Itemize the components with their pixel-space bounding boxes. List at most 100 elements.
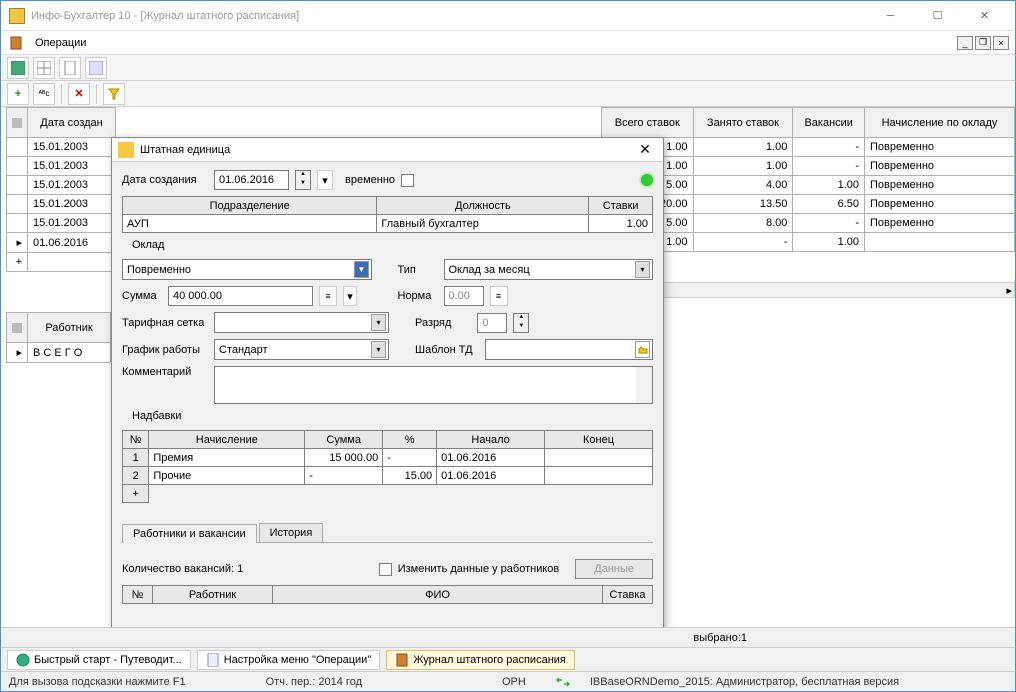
col-num[interactable]: № xyxy=(123,431,149,449)
cell[interactable]: - xyxy=(693,233,793,252)
total-cell[interactable]: В С Е Г О xyxy=(28,343,111,363)
task-quickstart[interactable]: Быстрый старт - Путеводит... xyxy=(7,650,191,670)
schedule-combo[interactable]: Стандарт ▾ xyxy=(214,339,389,360)
tab-history[interactable]: История xyxy=(259,523,324,542)
cell[interactable]: Повременно xyxy=(865,214,1015,233)
date-grid[interactable]: Дата создан 15.01.2003 15.01.2003 15.01.… xyxy=(6,107,116,272)
col-accrual[interactable]: Начисление по окладу xyxy=(865,108,1015,138)
date-cell[interactable]: 01.06.2016 xyxy=(28,233,116,253)
minimize-button[interactable]: ─ xyxy=(868,2,913,30)
allow-cell[interactable]: 15.00 xyxy=(383,467,437,485)
cell[interactable]: - xyxy=(793,214,865,233)
col-fio[interactable]: ФИО xyxy=(273,586,603,604)
tb-sheet-icon[interactable] xyxy=(85,57,107,79)
cell[interactable]: Повременно xyxy=(865,138,1015,157)
col-num[interactable]: № xyxy=(123,586,153,604)
temp-checkbox[interactable] xyxy=(401,174,414,187)
norm-btn[interactable]: ≡ xyxy=(490,286,508,306)
rate-cell[interactable]: 1.00 xyxy=(589,215,653,233)
col-accrual[interactable]: Начисление xyxy=(149,431,305,449)
tb-filter-icon[interactable] xyxy=(103,83,125,105)
sum-btn1[interactable]: ≡ xyxy=(319,286,337,306)
cell[interactable] xyxy=(865,233,1015,252)
salary-type-combo[interactable]: Повременно ▼ xyxy=(122,259,372,280)
scrollbar-v[interactable] xyxy=(636,367,652,403)
cell[interactable]: Повременно xyxy=(865,157,1015,176)
close-button[interactable]: ✕ xyxy=(962,2,1007,30)
tb-delete-icon[interactable]: ✕ xyxy=(68,83,90,105)
task-journal[interactable]: Журнал штатного расписания xyxy=(386,650,575,670)
tariff-combo[interactable]: ▾ xyxy=(214,312,389,333)
rank-spinner[interactable]: ▲▼ xyxy=(513,313,529,333)
mdi-close[interactable]: × xyxy=(993,36,1009,50)
allow-cell[interactable]: Прочие xyxy=(149,467,305,485)
cell[interactable]: 13.50 xyxy=(693,195,793,214)
row-num[interactable]: 2 xyxy=(123,467,149,485)
tb-grid-icon[interactable] xyxy=(7,57,29,79)
allow-cell[interactable]: 01.06.2016 xyxy=(437,449,545,467)
col-total[interactable]: Всего ставок xyxy=(602,108,694,138)
add-allowance-button[interactable]: + xyxy=(123,485,149,503)
tb-doc-icon[interactable] xyxy=(59,57,81,79)
allow-cell[interactable] xyxy=(545,467,653,485)
cell[interactable]: 6.50 xyxy=(793,195,865,214)
tb-add-icon[interactable]: + xyxy=(7,83,29,105)
col-worker[interactable]: Работник xyxy=(28,313,111,343)
date-cell[interactable]: 15.01.2003 xyxy=(28,138,116,157)
date-spinner[interactable]: ▲▼ xyxy=(295,170,311,190)
template-combo[interactable] xyxy=(485,339,653,360)
mdi-restore[interactable]: ❐ xyxy=(975,36,991,50)
comment-textarea[interactable] xyxy=(214,366,653,404)
col-worker[interactable]: Работник xyxy=(153,586,273,604)
tab-workers[interactable]: Работники и вакансии xyxy=(122,524,257,543)
cell[interactable]: Повременно xyxy=(865,195,1015,214)
worker-grid[interactable]: Работник ▸В С Е Г О xyxy=(6,312,111,363)
menu-operations[interactable]: Операции xyxy=(29,35,92,51)
cell[interactable]: 1.00 xyxy=(793,176,865,195)
allowances-table[interactable]: № Начисление Сумма % Начало Конец 1 Прем… xyxy=(122,430,653,503)
mdi-minimize[interactable]: _ xyxy=(957,36,973,50)
col-date[interactable]: Дата создан xyxy=(28,108,116,138)
add-row[interactable] xyxy=(28,253,116,272)
created-date-input[interactable] xyxy=(214,170,289,190)
cell[interactable]: - xyxy=(793,138,865,157)
cell[interactable]: Повременно xyxy=(865,176,1015,195)
cell[interactable]: 1.00 xyxy=(693,157,793,176)
row-num[interactable]: 1 xyxy=(123,449,149,467)
unit-table[interactable]: Подразделение Должность Ставки АУП Главн… xyxy=(122,196,653,233)
allow-cell[interactable]: Премия xyxy=(149,449,305,467)
col-vacancy[interactable]: Вакансии xyxy=(793,108,865,138)
cell[interactable]: - xyxy=(793,157,865,176)
allow-cell[interactable]: - xyxy=(305,467,383,485)
allow-cell[interactable]: - xyxy=(383,449,437,467)
task-setup[interactable]: Настройка меню "Операции" xyxy=(197,650,381,670)
allow-cell[interactable]: 01.06.2016 xyxy=(437,467,545,485)
tb-table-icon[interactable] xyxy=(33,57,55,79)
col-pct[interactable]: % xyxy=(383,431,437,449)
cell[interactable]: 8.00 xyxy=(693,214,793,233)
allow-cell[interactable]: 15 000.00 xyxy=(305,449,383,467)
date-dropdown[interactable]: ▾ xyxy=(317,170,333,190)
sum-btn2[interactable]: ▾ xyxy=(343,286,357,306)
cell[interactable]: 1.00 xyxy=(793,233,865,252)
tb-abc-icon[interactable]: ᴬᴮᴄ xyxy=(33,83,55,105)
type-combo[interactable]: Оклад за месяц ▾ xyxy=(444,259,654,280)
workers-table[interactable]: № Работник ФИО Ставка xyxy=(122,585,653,604)
maximize-button[interactable]: ☐ xyxy=(915,2,960,30)
col-department[interactable]: Подразделение xyxy=(123,197,377,215)
date-cell[interactable]: 15.01.2003 xyxy=(28,214,116,233)
cell[interactable]: 4.00 xyxy=(693,176,793,195)
change-data-checkbox[interactable] xyxy=(379,563,392,576)
col-taken[interactable]: Занято ставок xyxy=(693,108,793,138)
data-button[interactable]: Данные xyxy=(575,559,653,579)
sum-input[interactable] xyxy=(168,286,313,306)
col-end[interactable]: Конец xyxy=(545,431,653,449)
cell[interactable]: 1.00 xyxy=(693,138,793,157)
date-cell[interactable]: 15.01.2003 xyxy=(28,176,116,195)
col-sum[interactable]: Сумма xyxy=(305,431,383,449)
col-rate[interactable]: Ставки xyxy=(589,197,653,215)
pos-cell[interactable]: Главный бухгалтер xyxy=(377,215,589,233)
dialog-close-button[interactable]: ✕ xyxy=(633,140,657,160)
col-rate[interactable]: Ставка xyxy=(603,586,653,604)
dialog-titlebar[interactable]: Штатная единица ✕ xyxy=(112,138,663,162)
